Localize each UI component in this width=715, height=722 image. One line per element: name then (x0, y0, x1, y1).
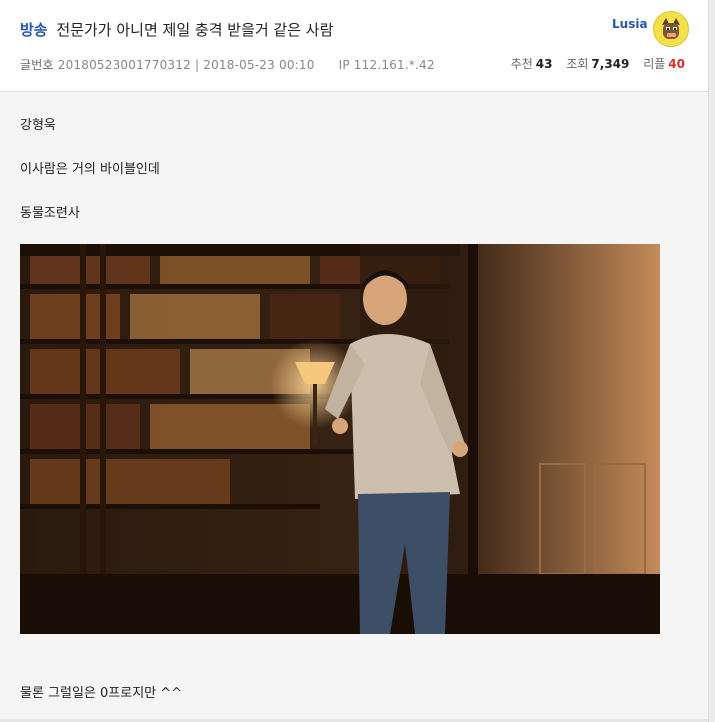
post-header: 방송 전문가가 아니면 제일 충격 받을거 같은 사람 Lusia 글번호 20… (0, 0, 708, 92)
post-meta: 글번호 20180523001770312 | 2018-05-23 00:10… (20, 56, 435, 73)
replies-count[interactable]: 40 (668, 57, 685, 71)
category-link[interactable]: 방송 (20, 21, 48, 39)
content-line: 이사람은 거의 바이블인데 (20, 162, 160, 177)
scrollbar[interactable] (708, 0, 715, 722)
post-number-label: 글번호 (20, 58, 54, 72)
content-line: 물론 그럴일은 0프로지만 ^^ (20, 686, 183, 701)
post-stats: 추천 43 조회 7,349 리플 40 (511, 55, 685, 72)
tiger-avatar-icon[interactable] (653, 11, 689, 47)
post-title-row: 방송 전문가가 아니면 제일 충격 받을거 같은 사람 (20, 19, 333, 40)
post-content: 강형욱 이사람은 거의 바이블인데 동물조련사 물론 그럴일은 0프로지만 ^^ (0, 92, 708, 722)
replies-label: 리플 (643, 57, 666, 71)
views-label: 조회 (566, 57, 589, 71)
content-line: 동물조련사 (20, 206, 80, 221)
recommend-count: 43 (535, 57, 553, 71)
content-line: 강형욱 (20, 118, 56, 133)
author-nickname[interactable]: Lusia (612, 17, 648, 31)
ip-label: IP (338, 58, 350, 72)
ip-address: 112.161.*.42 (353, 58, 435, 72)
post-number: 20180523001770312 (57, 58, 191, 72)
post-image[interactable] (20, 244, 660, 634)
meta-divider: | (194, 58, 200, 72)
post-date: 2018-05-23 00:10 (203, 58, 315, 72)
recommend-label: 추천 (510, 57, 533, 71)
post-title: 전문가가 아니면 제일 충격 받을거 같은 사람 (56, 21, 334, 39)
views-count: 7,349 (591, 57, 630, 71)
